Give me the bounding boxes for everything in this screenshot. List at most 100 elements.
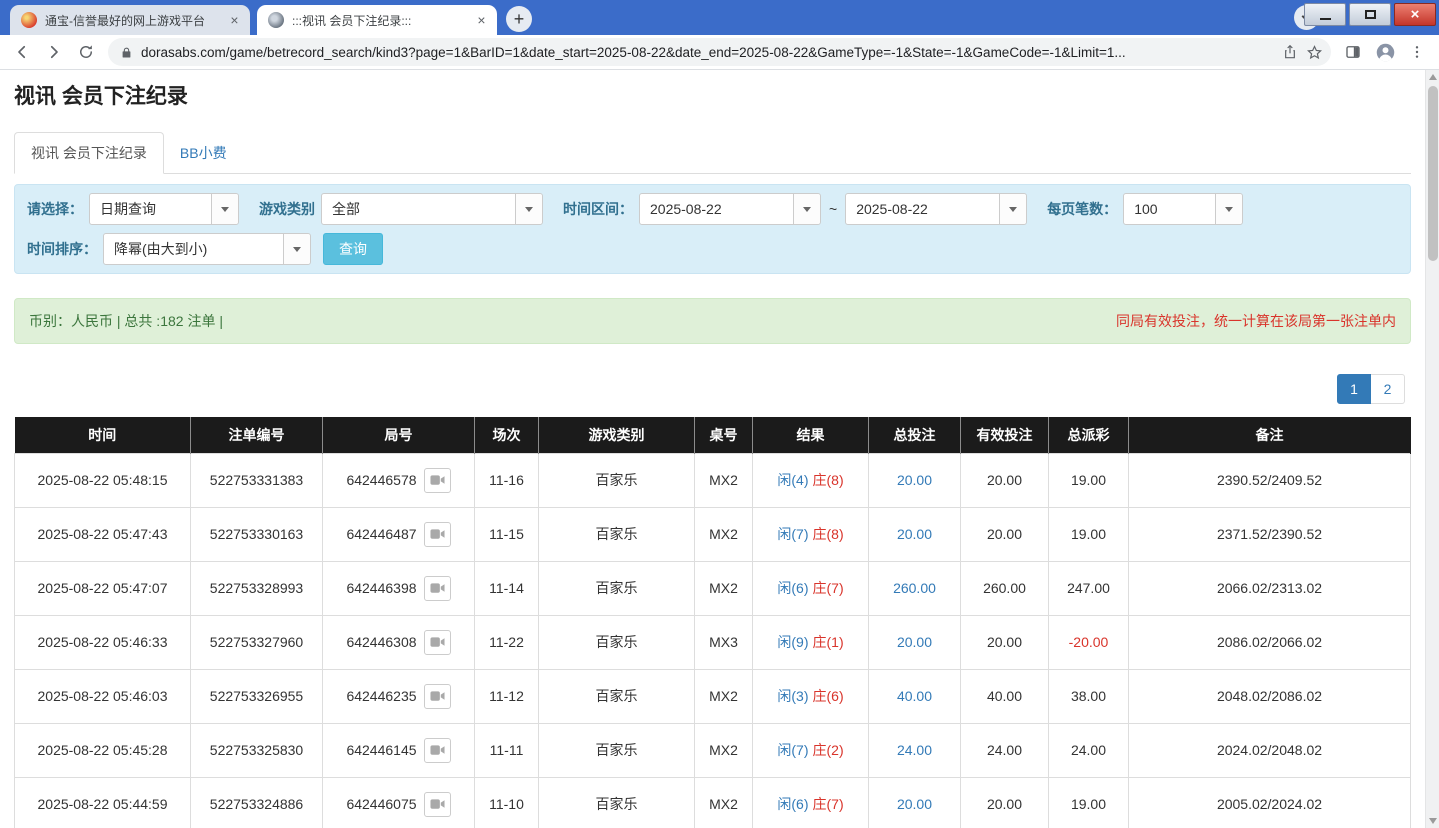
tab-close-icon[interactable]: × (226, 12, 243, 29)
replay-button[interactable] (424, 522, 451, 547)
cell-table-no: MX2 (695, 453, 753, 507)
date-range-label: 时间区间： (563, 199, 633, 219)
dropdown-toggle[interactable] (515, 194, 542, 224)
column-header: 有效投注 (961, 417, 1049, 453)
dropdown-toggle[interactable] (211, 194, 238, 224)
round-number: 642446308 (346, 634, 416, 650)
search-button[interactable]: 查询 (323, 233, 383, 265)
scrollbar-thumb[interactable] (1428, 86, 1438, 261)
cell-note: 2086.02/2066.02 (1129, 615, 1411, 669)
browser-tab-betrecord[interactable]: :::视讯 会员下注纪录::: × (257, 5, 497, 35)
filter-row-1: 请选择： 日期查询 游戏类别 全部 时间区间： 2025-08-22 ~ 202… (25, 193, 1400, 225)
avatar-icon (1375, 42, 1396, 63)
cell-round: 642446075 (323, 777, 475, 828)
replay-button[interactable] (424, 792, 451, 817)
pagination-page-1[interactable]: 1 (1337, 374, 1371, 404)
refresh-icon (77, 43, 95, 61)
cell-total-bet[interactable]: 40.00 (869, 669, 961, 723)
video-camera-icon (430, 528, 445, 540)
cell-valid-bet: 20.00 (961, 453, 1049, 507)
menu-button[interactable] (1403, 38, 1431, 66)
lock-icon[interactable] (120, 46, 133, 59)
dropdown-toggle[interactable] (999, 194, 1026, 224)
maximize-button[interactable] (1349, 3, 1391, 26)
cell-round: 642446308 (323, 615, 475, 669)
cell-time: 2025-08-22 05:48:15 (15, 453, 191, 507)
page-title: 视讯 会员下注纪录 (14, 84, 1411, 110)
result-banker: 庄(1) (813, 634, 844, 650)
three-dots-icon (1409, 44, 1425, 60)
new-tab-button[interactable]: + (506, 6, 532, 32)
tab-strip: 通宝-信誉最好的网上游戏平台 × :::视讯 会员下注纪录::: × + (0, 0, 532, 35)
address-bar[interactable]: dorasabs.com/game/betrecord_search/kind3… (108, 38, 1331, 66)
column-header: 备注 (1129, 417, 1411, 453)
cell-total-bet[interactable]: 20.00 (869, 453, 961, 507)
date-end-select[interactable]: 2025-08-22 (845, 193, 1027, 225)
replay-button[interactable] (424, 738, 451, 763)
records-table: 时间注单编号局号场次游戏类别桌号结果总投注有效投注总派彩备注 2025-08-2… (14, 417, 1411, 828)
cell-total-bet[interactable]: 24.00 (869, 723, 961, 777)
dropdown-toggle[interactable] (1215, 194, 1242, 224)
pagination-page-2[interactable]: 2 (1371, 374, 1405, 404)
table-body: 2025-08-22 05:48:15 522753331383 6424465… (15, 453, 1411, 828)
forward-button[interactable] (40, 38, 68, 66)
back-button[interactable] (8, 38, 36, 66)
cell-payout: -20.00 (1049, 615, 1129, 669)
browser-tab-home[interactable]: 通宝-信誉最好的网上游戏平台 × (10, 5, 250, 35)
page-size-value: 100 (1124, 194, 1215, 224)
cell-total-bet[interactable]: 260.00 (869, 561, 961, 615)
cell-total-bet[interactable]: 20.00 (869, 615, 961, 669)
tab-betrecord[interactable]: 视讯 会员下注纪录 (14, 132, 164, 174)
scrollbar[interactable] (1425, 70, 1439, 828)
sort-value: 降幂(由大到小) (104, 234, 283, 264)
cell-result: 闲(7)庄(8) (753, 507, 869, 561)
bookmark-star-button[interactable] (1306, 44, 1323, 61)
video-camera-icon (430, 636, 445, 648)
round-number: 642446487 (346, 526, 416, 542)
page-size-select[interactable]: 100 (1123, 193, 1243, 225)
tab-bb-tip[interactable]: BB小费 (164, 133, 243, 173)
tab-close-icon[interactable]: × (473, 12, 490, 29)
cell-table-no: MX2 (695, 723, 753, 777)
side-panel-button[interactable] (1339, 38, 1367, 66)
dropdown-toggle[interactable] (793, 194, 820, 224)
video-camera-icon (430, 744, 445, 756)
minimize-icon (1320, 18, 1331, 20)
scrollbar-up-arrow[interactable] (1426, 70, 1439, 84)
cell-result: 闲(4)庄(8) (753, 453, 869, 507)
cell-session: 11-22 (475, 615, 539, 669)
triangle-down-icon (1429, 818, 1437, 824)
cell-bet-id: 522753324886 (191, 777, 323, 828)
minimize-button[interactable] (1304, 3, 1346, 26)
refresh-button[interactable] (72, 38, 100, 66)
cell-time: 2025-08-22 05:44:59 (15, 777, 191, 828)
replay-button[interactable] (424, 576, 451, 601)
query-type-select[interactable]: 日期查询 (89, 193, 239, 225)
cell-round: 642446235 (323, 669, 475, 723)
replay-button[interactable] (424, 468, 451, 493)
replay-button[interactable] (424, 684, 451, 709)
close-button[interactable]: × (1394, 3, 1436, 26)
round-number: 642446145 (346, 742, 416, 758)
cell-payout: 24.00 (1049, 723, 1129, 777)
cell-total-bet[interactable]: 20.00 (869, 777, 961, 828)
cell-game-type: 百家乐 (539, 777, 695, 828)
cell-note: 2371.52/2390.52 (1129, 507, 1411, 561)
game-type-select[interactable]: 全部 (321, 193, 543, 225)
cell-table-no: MX2 (695, 507, 753, 561)
star-icon (1306, 44, 1323, 61)
result-player: 闲(7) (777, 526, 808, 542)
date-start-select[interactable]: 2025-08-22 (639, 193, 821, 225)
sort-select[interactable]: 降幂(由大到小) (103, 233, 311, 265)
scrollbar-down-arrow[interactable] (1426, 814, 1439, 828)
share-button[interactable] (1282, 44, 1298, 60)
profile-button[interactable] (1371, 38, 1399, 66)
cell-session: 11-11 (475, 723, 539, 777)
browser-toolbar: dorasabs.com/game/betrecord_search/kind3… (0, 35, 1439, 70)
dropdown-toggle[interactable] (283, 234, 310, 264)
page-content: 视讯 会员下注纪录 视讯 会员下注纪录 BB小费 请选择： 日期查询 游戏类别 … (0, 70, 1425, 828)
cell-round: 642446398 (323, 561, 475, 615)
cell-total-bet[interactable]: 20.00 (869, 507, 961, 561)
cell-note: 2005.02/2024.02 (1129, 777, 1411, 828)
replay-button[interactable] (424, 630, 451, 655)
